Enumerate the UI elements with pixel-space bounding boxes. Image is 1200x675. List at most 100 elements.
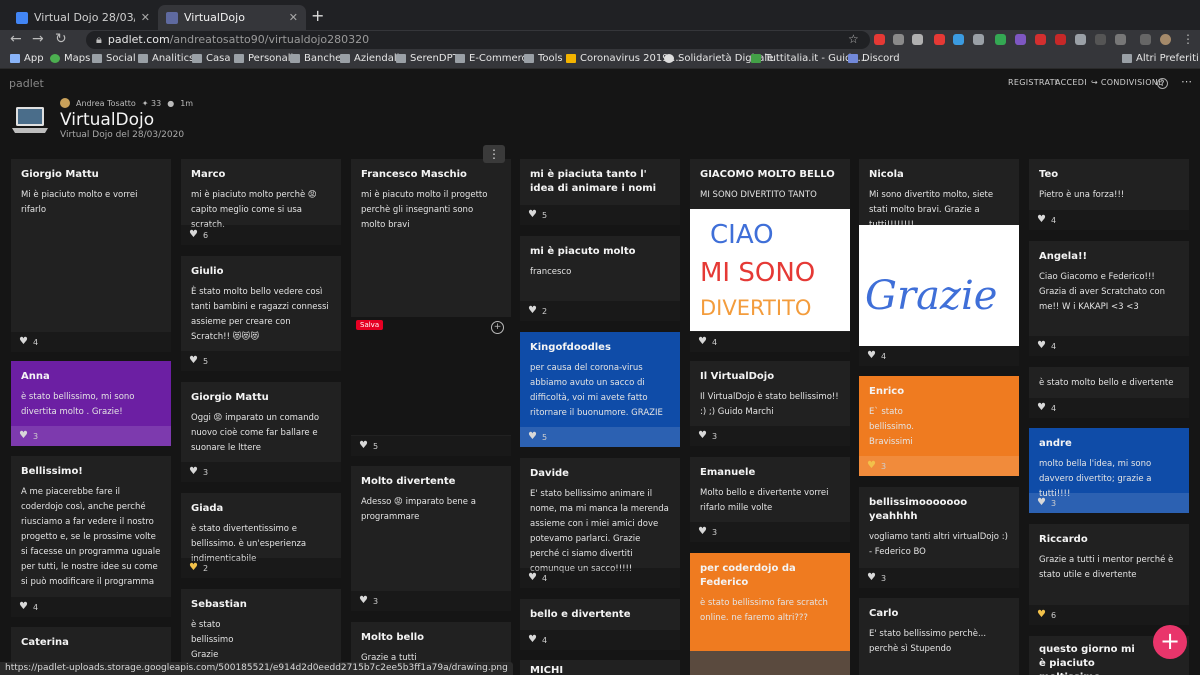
heart-icon[interactable]: ♥ [189, 467, 198, 477]
bookmark-item[interactable]: Banche [290, 53, 341, 64]
extension-icon[interactable] [912, 34, 923, 45]
heart-icon[interactable]: ♥ [359, 596, 368, 606]
extension-icon[interactable] [893, 34, 904, 45]
heart-icon[interactable]: ♥ [1037, 610, 1046, 620]
post-card[interactable]: è stato molto bello e divertente ♥ 4 [1029, 367, 1189, 418]
heart-icon[interactable]: ♥ [528, 573, 537, 583]
post-card[interactable]: per coderdojo da Federico è stato bellis… [690, 553, 850, 675]
bookmark-item[interactable]: Personali [234, 53, 293, 64]
post-card[interactable]: Davide E' stato bellissimo animare il no… [520, 458, 680, 588]
heart-icon[interactable]: ♥ [698, 431, 707, 441]
extension-icon[interactable] [995, 34, 1006, 45]
post-card[interactable]: Carlo E' stato bellissimo perchè... perc… [859, 598, 1019, 675]
heart-icon[interactable]: ♥ [189, 230, 198, 240]
padlet-logo[interactable]: padlet [9, 77, 44, 90]
bookmark-item[interactable]: Tools [524, 53, 563, 64]
tab-virtualdojo[interactable]: VirtualDojo ✕ [158, 5, 306, 30]
heart-icon[interactable]: ♥ [19, 431, 28, 441]
post-card[interactable]: Anna è stato bellissimo, mi sono diverti… [11, 361, 171, 446]
post-card[interactable]: Giorgio Mattu Mi è piaciuto molto e vorr… [11, 159, 171, 352]
more-button[interactable]: ⋯ [1181, 75, 1192, 88]
pinterest-save-button[interactable]: Salva [356, 320, 384, 330]
bookmark-item[interactable]: Analitics [138, 53, 194, 64]
heart-icon[interactable]: ♥ [189, 356, 198, 366]
menu-icon[interactable]: ⋮ [1182, 32, 1194, 46]
other-bookmarks[interactable]: Altri Preferiti [1122, 53, 1199, 64]
bookmark-item[interactable]: Maps [50, 53, 90, 64]
back-icon[interactable]: ← [10, 31, 22, 47]
heart-icon[interactable]: ♥ [359, 441, 368, 451]
help-button[interactable]: ? [1157, 78, 1168, 89]
bookmark-item[interactable]: Aziendali [340, 53, 399, 64]
post-card[interactable]: Marco mi è piaciuto molto perchè 😡 capit… [181, 159, 341, 245]
post-card[interactable]: mi è piacuto molto francesco ♥ 2 [520, 236, 680, 321]
reload-icon[interactable]: ↻ [55, 31, 67, 47]
bookmark-item[interactable]: Discord [848, 53, 900, 64]
heart-icon[interactable]: ♥ [528, 306, 537, 316]
heart-icon[interactable]: ♥ [698, 337, 707, 347]
extension-icon[interactable] [1095, 34, 1106, 45]
post-card[interactable]: Riccardo Grazie a tutti i mentor perché … [1029, 524, 1189, 625]
post-card[interactable]: Nicola Mi sono divertito molto, siete st… [859, 159, 1019, 366]
heart-icon[interactable]: ♥ [19, 337, 28, 347]
heart-icon[interactable]: ♥ [867, 461, 876, 471]
post-card[interactable]: Enrico E` stato bellissimo. Bravissimi ♥… [859, 376, 1019, 476]
tab-docs[interactable]: Virtual Dojo 28/03/2020 - Docum ✕ [8, 5, 158, 30]
forward-icon[interactable]: → [32, 31, 44, 47]
post-card[interactable]: Il VirtualDojo Il VirtualDojo è stato be… [690, 361, 850, 446]
add-post-button[interactable]: + [1153, 625, 1187, 659]
close-icon[interactable]: ✕ [289, 11, 298, 24]
bookmark-item[interactable]: Casa [192, 53, 230, 64]
bookmark-item[interactable]: Social [92, 53, 136, 64]
register-button[interactable]: REGISTRATI [1008, 78, 1057, 87]
heart-icon[interactable]: ♥ [528, 635, 537, 645]
heart-icon[interactable]: ♥ [1037, 215, 1046, 225]
post-card[interactable]: Teo Pietro è una forza!!! ♥ 4 [1029, 159, 1189, 230]
expand-icon[interactable]: + [491, 321, 504, 334]
post-card[interactable]: andre molto bella l'idea, mi sono davver… [1029, 428, 1189, 513]
extension-icon[interactable] [1015, 34, 1026, 45]
bookmark-item[interactable]: SerenDPT [396, 53, 459, 64]
post-card[interactable]: mi è piaciuta tanto l' idea di animare i… [520, 159, 680, 225]
drawing-image[interactable]: Grazie [859, 225, 1019, 346]
heart-icon[interactable]: ♥ [19, 602, 28, 612]
new-tab-button[interactable]: + [311, 6, 324, 25]
post-card[interactable]: bellissimooooooo yeahhhh vogliamo tanti … [859, 487, 1019, 588]
heart-icon[interactable]: ♥ [528, 210, 537, 220]
heart-icon[interactable]: ♥ [1037, 341, 1046, 351]
drawing-image[interactable]: CIAO MI SONO DIVERTITO [690, 209, 850, 331]
url-input[interactable]: 🔒︎ padlet.com/andreatosatto90/virtualdojo… [86, 31, 870, 49]
extension-icon[interactable] [874, 34, 885, 45]
extension-icon[interactable] [934, 34, 945, 45]
extension-icon[interactable] [973, 34, 984, 45]
heart-icon[interactable]: ♥ [189, 563, 198, 573]
photo-image[interactable] [690, 651, 850, 675]
post-more-icon[interactable]: ⋮ [483, 145, 505, 163]
heart-icon[interactable]: ♥ [1037, 403, 1046, 413]
post-card[interactable]: Emanuele Molto bello e divertente vorrei… [690, 457, 850, 542]
post-card[interactable]: GIACOMO MOLTO BELLO MI SONO DIVERTITO TA… [690, 159, 850, 352]
post-card[interactable]: Angela!! Ciao Giacomo e Federico!!! Graz… [1029, 241, 1189, 356]
heart-icon[interactable]: ♥ [1037, 498, 1046, 508]
extension-icon[interactable] [1075, 34, 1086, 45]
profile-avatar[interactable] [1160, 34, 1171, 45]
post-card[interactable]: Giulio È stato molto bello vedere così t… [181, 256, 341, 371]
post-card[interactable]: Giada è stato divertentissimo e bellissi… [181, 493, 341, 578]
post-card[interactable]: Giorgio Mattu Oggi 😡 imparato un comando… [181, 382, 341, 482]
post-card[interactable]: Bellissimo! A me piacerebbe fare il code… [11, 456, 171, 617]
extension-icon[interactable] [1035, 34, 1046, 45]
post-card[interactable]: bello e divertente ♥ 4 [520, 599, 680, 650]
post-card[interactable]: Francesco Maschio mi è piacuto molto il … [351, 159, 511, 456]
post-card[interactable]: MICHI [520, 660, 680, 675]
bookmark-item[interactable]: E-Commerce [455, 53, 533, 64]
bookmark-item[interactable]: App [10, 53, 44, 64]
close-icon[interactable]: ✕ [141, 11, 150, 24]
extension-icon[interactable] [1115, 34, 1126, 45]
heart-icon[interactable]: ♥ [867, 573, 876, 583]
post-card[interactable]: Kingofdoodles per causa del corona-virus… [520, 332, 680, 447]
heart-icon[interactable]: ♥ [698, 527, 707, 537]
heart-icon[interactable]: ♥ [867, 351, 876, 361]
star-icon[interactable]: ☆ [848, 32, 859, 46]
extension-icon[interactable] [1055, 34, 1066, 45]
share-button[interactable]: ↪ CONDIVISIONE [1091, 78, 1163, 87]
